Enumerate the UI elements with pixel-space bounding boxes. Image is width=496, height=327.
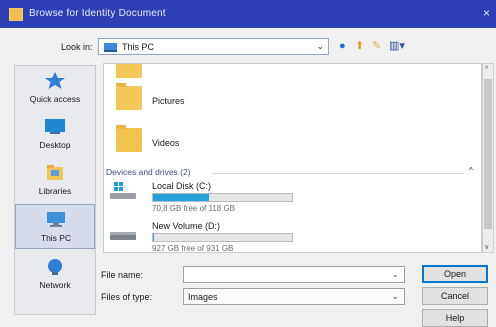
drive-icon <box>110 232 136 240</box>
drive-usage-fill <box>153 234 154 241</box>
vertical-scrollbar[interactable]: ^ v <box>482 63 494 253</box>
place-libraries[interactable]: Libraries <box>15 158 95 203</box>
network-icon <box>48 259 62 275</box>
star-icon <box>45 72 65 89</box>
place-quick-access[interactable]: Quick access <box>15 66 95 111</box>
title-bar: Browse for Identity Document × <box>0 0 496 28</box>
app-icon <box>9 8 23 21</box>
windows-drive-icon <box>110 182 136 199</box>
close-icon[interactable]: × <box>483 6 490 20</box>
scrollbar-thumb[interactable] <box>484 79 492 229</box>
help-button[interactable]: Help <box>422 309 488 327</box>
videos-folder-icon <box>116 125 142 152</box>
place-desktop[interactable]: Desktop <box>15 112 95 157</box>
chevron-up-icon[interactable]: ^ <box>469 166 473 175</box>
drive-name: Local Disk (C:) <box>152 181 212 191</box>
file-type-value: Images <box>188 292 218 302</box>
open-button[interactable]: Open <box>422 265 488 283</box>
file-name: Pictures <box>152 96 185 106</box>
desktop-icon <box>45 119 65 134</box>
file-type-label: Files of type: <box>101 292 153 302</box>
drive-free-space: 70,8 GB free of 118 GB <box>152 204 236 213</box>
group-header[interactable]: Devices and drives (2) <box>106 167 191 177</box>
drive-free-space: 927 GB free of 931 GB <box>152 244 234 253</box>
window-title: Browse for Identity Document <box>29 8 166 19</box>
back-icon[interactable]: ● <box>339 39 346 53</box>
group-divider <box>212 173 464 174</box>
file-name-input[interactable]: ⌄ <box>183 266 405 283</box>
file-type-select[interactable]: Images ⌄ <box>183 288 405 305</box>
drive-usage-fill <box>153 194 209 201</box>
chevron-down-icon: ⌄ <box>391 291 399 301</box>
drive-name: New Volume (D:) <box>152 221 221 231</box>
place-label: Libraries <box>38 186 72 196</box>
drive-usage-bar <box>152 193 293 202</box>
place-label: Network <box>39 280 71 290</box>
look-in-value: This PC <box>122 42 155 52</box>
places-bar: Quick access Desktop Libraries This PC N… <box>14 65 96 315</box>
place-label: This PC <box>40 233 72 243</box>
place-this-pc[interactable]: This PC <box>15 204 95 249</box>
computer-icon <box>104 43 117 52</box>
place-label: Desktop <box>39 140 71 150</box>
place-label: Quick access <box>29 94 81 104</box>
view-menu-icon[interactable]: ▥▾ <box>389 39 405 53</box>
folder-icon <box>116 64 142 78</box>
chevron-down-icon[interactable]: ⌄ <box>391 269 399 280</box>
file-list[interactable]: Pictures Videos Devices and drives (2) ^… <box>103 63 482 253</box>
chevron-down-icon: ⌄ <box>316 41 324 51</box>
place-network[interactable]: Network <box>15 252 95 297</box>
up-folder-icon[interactable]: ⬆ <box>355 39 364 53</box>
libraries-icon <box>47 165 63 180</box>
drive-usage-bar <box>152 233 293 242</box>
look-in-label: Look in: <box>61 42 93 52</box>
scroll-up-icon[interactable]: ^ <box>485 66 488 73</box>
file-name: Videos <box>152 138 180 148</box>
computer-icon <box>47 212 65 227</box>
pictures-folder-icon <box>116 83 142 110</box>
new-folder-icon[interactable]: ✎ <box>372 39 381 53</box>
look-in-dropdown[interactable]: This PC ⌄ <box>98 38 329 55</box>
file-name-label: File name: <box>101 270 144 280</box>
cancel-button[interactable]: Cancel <box>422 287 488 305</box>
scroll-down-icon[interactable]: v <box>485 244 489 251</box>
